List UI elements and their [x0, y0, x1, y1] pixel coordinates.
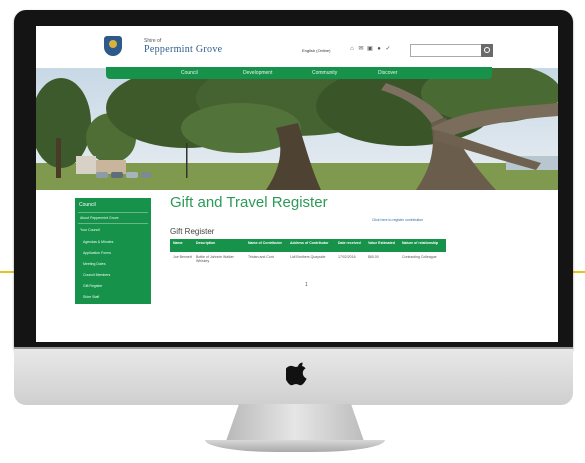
sidebar-item-label: Meeting Dates: [83, 262, 106, 266]
sidebar-item-label: Council Members: [83, 273, 111, 277]
pagination[interactable]: 1: [305, 282, 308, 288]
column-header[interactable]: Name: [173, 241, 195, 245]
page-title: Gift and Travel Register: [170, 194, 328, 211]
table-cell: Tristan and Cont: [248, 255, 274, 259]
mail-icon[interactable]: ✉: [358, 46, 364, 52]
table-cell: Lidl Brothers Quayside: [290, 255, 326, 259]
sidebar-item-meetings[interactable]: Meeting Dates: [75, 259, 151, 268]
sidebar-item-forms[interactable]: Application Forms: [75, 248, 151, 257]
search-input[interactable]: [410, 44, 482, 57]
column-header[interactable]: Date received: [338, 241, 364, 245]
shire-crest-icon[interactable]: [104, 36, 122, 56]
nav-item-discover[interactable]: Discover: [378, 70, 397, 76]
table-cell: Joe Bennett: [173, 255, 192, 259]
sidebar-item-gift-register[interactable]: Gift Register: [75, 281, 151, 290]
sidebar: Council About Peppermint Grove Your Coun…: [75, 198, 151, 304]
monitor-chin-seam: [14, 347, 573, 349]
nav-item-development[interactable]: Development: [243, 70, 272, 76]
home-icon[interactable]: ⌂: [349, 46, 355, 52]
sidebar-item-agendas[interactable]: Agendas & Minutes: [75, 237, 151, 246]
sidebar-item-label: Shire Staff: [83, 295, 100, 299]
sidebar-divider: [78, 223, 148, 224]
monitor-stand: [225, 404, 365, 444]
sidebar-item-label: About Peppermint Grove: [80, 216, 119, 220]
table-cell: $60.00: [368, 255, 379, 259]
share-alt-icon[interactable]: ●: [376, 46, 382, 52]
sidebar-item-label: Your Council: [80, 228, 100, 232]
table-cell: Contracting Colleague: [402, 255, 437, 259]
column-header[interactable]: Description: [196, 241, 246, 245]
sidebar-item-staff[interactable]: Shire Staff: [75, 292, 151, 301]
sidebar-item-label: Application Forms: [83, 251, 112, 255]
nav-item-council[interactable]: Council: [181, 70, 198, 76]
column-header[interactable]: Value Estimated: [368, 241, 398, 245]
sidebar-item-label: Agendas & Minutes: [83, 240, 114, 244]
sidebar-item-about[interactable]: About Peppermint Grove: [75, 213, 151, 222]
site-logo-name[interactable]: Peppermint Grove: [144, 44, 222, 55]
table-cell: Bottle of Johnnie Walker Whiskey: [196, 255, 234, 263]
sidebar-heading: Council: [79, 202, 96, 208]
sidebar-item-your-council[interactable]: Your Council: [75, 225, 151, 234]
register-link[interactable]: Click here to register contribution: [372, 218, 423, 222]
share-icon[interactable]: ▣: [367, 46, 373, 52]
column-header[interactable]: Nature of relationship: [402, 241, 442, 245]
monitor-foot: [205, 440, 385, 452]
column-header[interactable]: Name of Contributor: [248, 241, 286, 245]
section-title: Gift Register: [170, 227, 215, 236]
sidebar-item-members[interactable]: Council Members: [75, 270, 151, 279]
main-nav: [106, 67, 492, 79]
user-icon[interactable]: ✓: [385, 46, 391, 52]
language-link[interactable]: English (Online): [302, 48, 330, 53]
column-header[interactable]: Address of Contributor: [290, 241, 334, 245]
apple-logo-icon: [286, 362, 307, 386]
sidebar-item-label: Gift Register: [83, 284, 103, 288]
search-icon[interactable]: [481, 44, 493, 57]
hero-photo: [36, 68, 558, 190]
table-cell: 17/02/2016: [338, 255, 356, 259]
nav-item-community[interactable]: Community: [312, 70, 337, 76]
